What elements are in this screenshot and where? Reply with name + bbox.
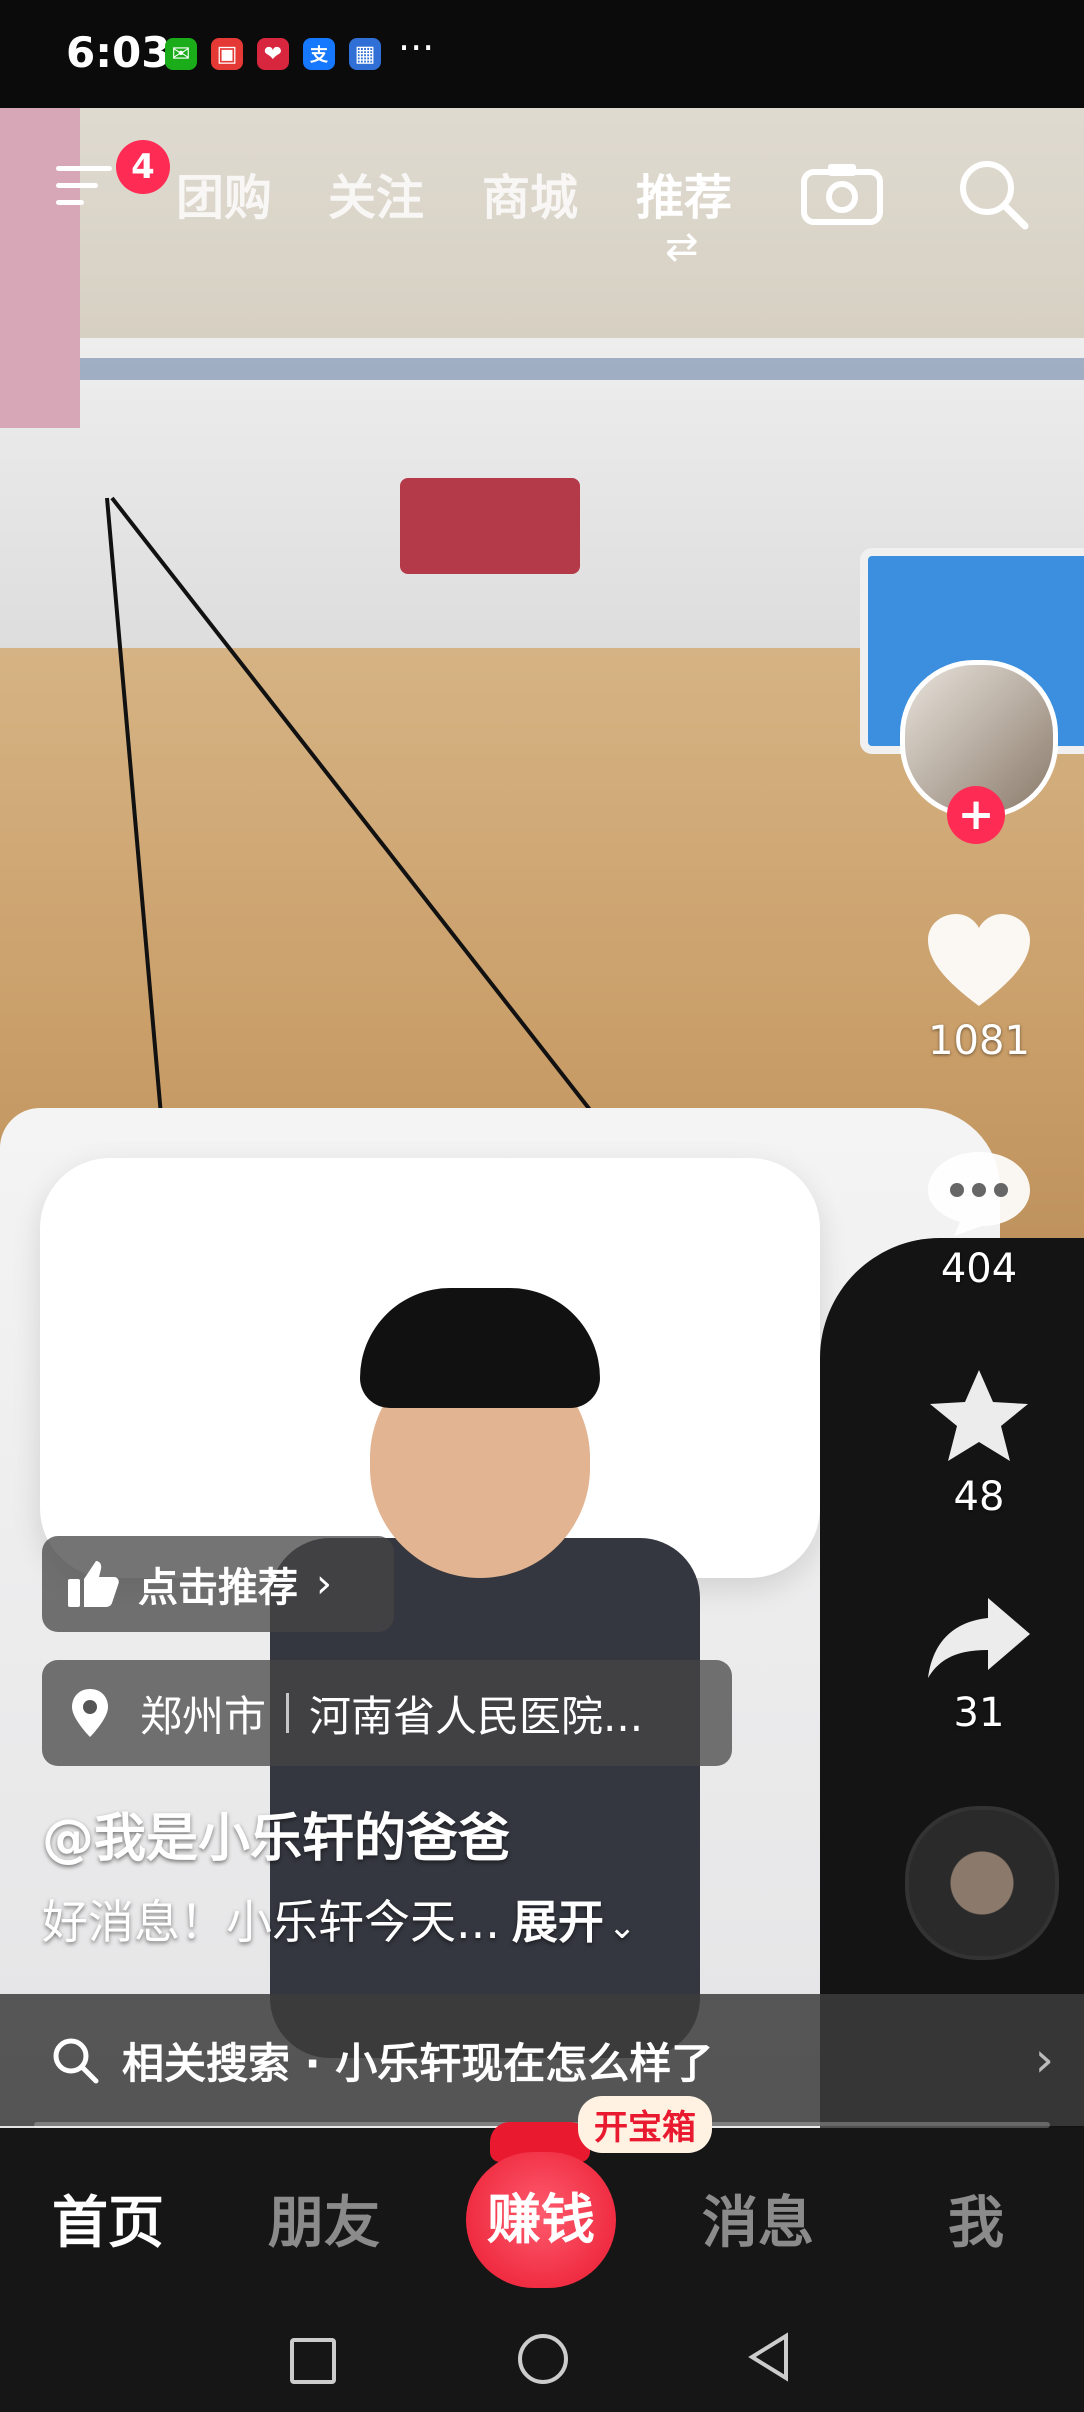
tab-following[interactable]: 关注	[328, 158, 424, 228]
author-name[interactable]: @我是小乐轩的爸爸	[42, 1796, 510, 1871]
recommend-label: 点击推荐	[138, 1565, 298, 1611]
heart-app-icon: ❤	[257, 38, 289, 70]
more-notifications-icon: ···	[398, 26, 435, 70]
swap-icon[interactable]: ⇄	[665, 224, 699, 270]
nav-home[interactable]: 首页	[52, 2178, 164, 2259]
chevron-down-icon: ⌄	[607, 1907, 637, 1947]
location-chip[interactable]: 郑州市 河南省人民医院...	[42, 1660, 732, 1766]
top-nav: 4 团购 关注 商城 推荐 ⇄	[0, 140, 1084, 270]
favorite-count: 48	[953, 1474, 1005, 1520]
wechat-icon: ✉	[165, 38, 197, 70]
nav-me[interactable]: 我	[948, 2178, 1004, 2259]
comment-count: 404	[940, 1246, 1018, 1292]
favorite-button[interactable]: 48	[914, 1366, 1044, 1520]
menu-icon[interactable]	[56, 166, 112, 210]
heart-icon	[928, 914, 1030, 1006]
share-button[interactable]: 31	[914, 1592, 1044, 1736]
share-count: 31	[953, 1690, 1005, 1736]
recommend-chip[interactable]: 点击推荐 ›	[42, 1536, 394, 1632]
tab-recommend[interactable]: 推荐	[636, 158, 732, 228]
recents-icon[interactable]	[290, 2338, 336, 2384]
nav-messages[interactable]: 消息	[702, 2178, 814, 2259]
wall-sign	[400, 478, 580, 574]
camera-icon[interactable]	[800, 160, 884, 230]
search-icon	[53, 2038, 99, 2084]
tab-mall[interactable]: 商城	[482, 158, 578, 228]
description-text: 好消息！小乐轩今天...	[42, 1895, 500, 1949]
alipay-icon: 支	[303, 38, 335, 70]
screen: 6:03 ✉ ▣ ❤ 支 ▦ ··· 4 团购 关注 商城 推荐 ⇄ + 108…	[0, 0, 1084, 2412]
related-search-bar[interactable]: 相关搜索 · 小乐轩现在怎么样了 ›	[0, 1994, 1084, 2126]
location-pin-icon	[72, 1689, 108, 1737]
notification-badge: 4	[116, 140, 170, 194]
like-button[interactable]: 1081	[914, 910, 1044, 1064]
video-description[interactable]: 好消息！小乐轩今天... 展开 ⌄	[42, 1886, 636, 1952]
nav-earn-button[interactable]: 赚钱	[466, 2152, 616, 2288]
chevron-right-icon: ›	[1034, 2032, 1054, 2088]
location-city: 郑州市	[140, 1691, 267, 1741]
follow-button[interactable]: +	[947, 786, 1005, 844]
thumbs-up-icon	[68, 1561, 119, 1607]
search-icon[interactable]	[955, 156, 1031, 236]
chevron-right-icon: ›	[316, 1561, 332, 1607]
comment-icon	[928, 1152, 1030, 1236]
wall-strip	[0, 358, 1084, 380]
location-name: 河南省人民医院...	[309, 1691, 644, 1741]
comment-button[interactable]: 404	[914, 1148, 1044, 1292]
tab-group-buy[interactable]: 团购	[176, 158, 272, 228]
status-time: 6:03	[66, 28, 171, 77]
bottom-nav: 首页 朋友 赚钱 开宝箱 消息 我	[0, 2096, 1084, 2308]
expand-button[interactable]: 展开	[512, 1895, 604, 1949]
notification-icons: ✉ ▣ ❤ 支 ▦	[165, 38, 381, 70]
home-icon[interactable]	[518, 2334, 568, 2384]
divider	[286, 1693, 290, 1733]
share-arrow-icon	[928, 1598, 1030, 1678]
system-nav-bar	[0, 2308, 1084, 2412]
music-disc[interactable]	[905, 1806, 1059, 1960]
like-count: 1081	[928, 1018, 1030, 1064]
related-search-label: 相关搜索 · 小乐轩现在怎么样了	[122, 2038, 714, 2088]
red-app-icon: ▣	[211, 38, 243, 70]
back-icon[interactable]	[746, 2332, 792, 2386]
star-icon	[930, 1370, 1028, 1461]
treasure-box-badge[interactable]: 开宝箱	[578, 2096, 712, 2153]
nav-friends[interactable]: 朋友	[268, 2178, 380, 2259]
calendar-app-icon: ▦	[349, 38, 381, 70]
status-bar: 6:03 ✉ ▣ ❤ 支 ▦ ···	[0, 0, 1084, 108]
